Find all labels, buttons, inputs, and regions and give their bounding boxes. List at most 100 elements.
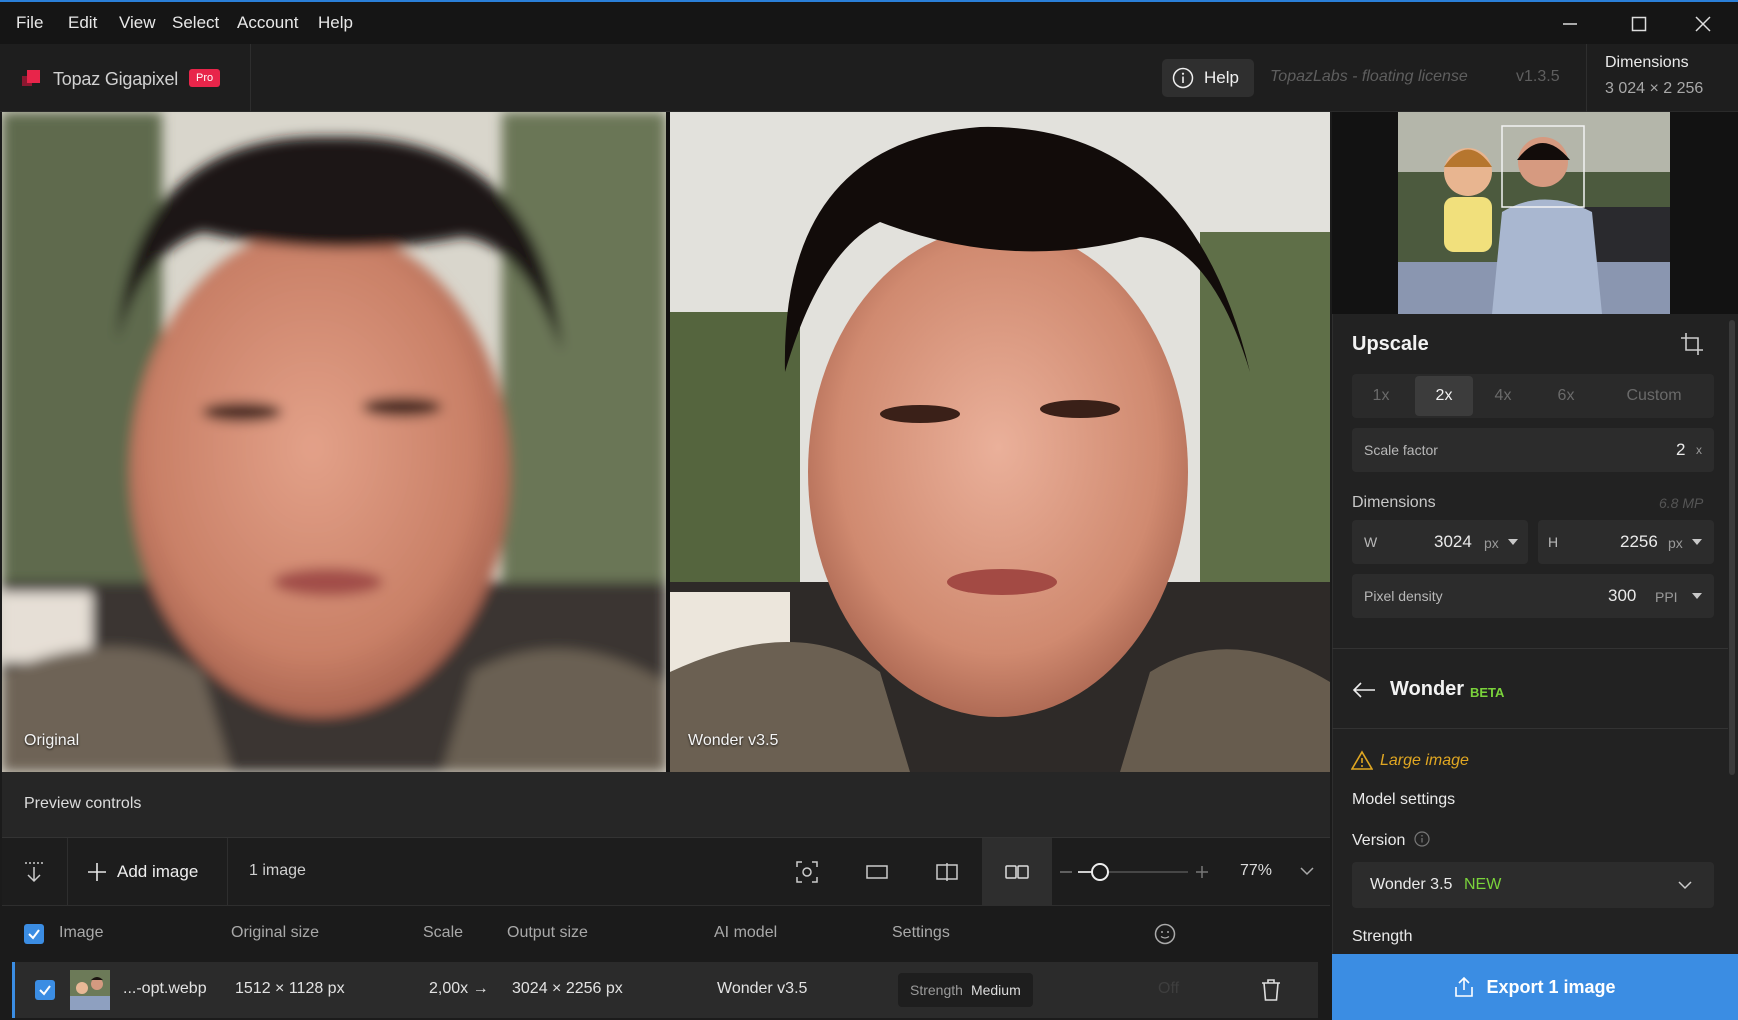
- info-icon: [1172, 67, 1194, 89]
- pixel-density-dropdown[interactable]: [1692, 593, 1702, 599]
- header-divider: [250, 44, 251, 112]
- new-badge: NEW: [1464, 876, 1502, 893]
- row-strength-label: Strength: [910, 982, 963, 998]
- crop-icon[interactable]: [1680, 332, 1704, 356]
- preview-original[interactable]: Original: [2, 112, 666, 772]
- beta-badge: BETA: [1470, 685, 1505, 700]
- height-label: H: [1548, 534, 1559, 550]
- large-image-warning: Large image: [1380, 752, 1469, 769]
- scale-option-4x[interactable]: 4x: [1478, 376, 1528, 416]
- app-title: Topaz Gigapixel: [53, 69, 179, 89]
- help-label: Help: [1204, 68, 1239, 87]
- select-all-checkbox[interactable]: [24, 924, 44, 944]
- side-by-side-button[interactable]: [982, 838, 1052, 906]
- info-icon[interactable]: [1414, 831, 1430, 847]
- add-image-button[interactable]: Add image: [87, 854, 198, 890]
- table-row[interactable]: ...-opt.webp 1512 × 1128 px 2,00x → 3024…: [12, 962, 1318, 1018]
- enhanced-photo: [670, 112, 1330, 772]
- trash-icon[interactable]: [1260, 978, 1282, 1002]
- split-view-button[interactable]: [927, 854, 967, 890]
- scale-factor-unit: x: [1696, 443, 1702, 457]
- strength-label: Strength: [1352, 928, 1413, 945]
- dimensions-section-label: Dimensions: [1352, 494, 1436, 511]
- app-header: Topaz Gigapixel Pro Help TopazLabs - flo…: [0, 44, 1738, 112]
- screenshot-button[interactable]: [787, 854, 827, 890]
- preview-enhanced[interactable]: Wonder v3.5: [670, 112, 1330, 772]
- preview-controls-bar[interactable]: Preview controls: [2, 772, 1330, 838]
- column-ai-model[interactable]: AI model: [714, 924, 777, 942]
- scale-factor-value[interactable]: 2: [1676, 440, 1685, 460]
- split-view-icon: [936, 863, 958, 881]
- menu-select[interactable]: Select: [172, 13, 219, 33]
- width-field[interactable]: W 3024 px: [1352, 520, 1528, 564]
- chevron-down-icon[interactable]: [1300, 866, 1314, 876]
- minimize-icon: [1563, 23, 1577, 25]
- export-button[interactable]: Export 1 image: [1332, 954, 1738, 1020]
- panel-scrollbar[interactable]: [1729, 320, 1735, 775]
- row-output-size: 3024 × 2256 px: [512, 980, 623, 997]
- row-face-recovery[interactable]: Off: [1158, 980, 1179, 998]
- export-icon: [1455, 976, 1474, 997]
- image-toolbar: Add image 1 image 77%: [2, 838, 1330, 906]
- menu-bar: File Edit View Select Account Help: [0, 0, 1738, 44]
- zoom-plus-icon[interactable]: [1196, 866, 1208, 878]
- height-unit-dropdown[interactable]: [1692, 539, 1702, 545]
- maximize-button[interactable]: [1609, 2, 1669, 46]
- panel-divider: [1332, 648, 1728, 649]
- back-arrow-icon[interactable]: [1352, 680, 1376, 700]
- pro-badge: Pro: [189, 69, 221, 87]
- panel-divider: [1332, 728, 1728, 729]
- scale-option-custom[interactable]: Custom: [1612, 376, 1696, 416]
- sort-button[interactable]: [14, 854, 54, 890]
- menu-view[interactable]: View: [119, 13, 156, 33]
- side-by-side-icon: [1005, 865, 1029, 879]
- image-thumbnail: [70, 970, 110, 1010]
- row-checkbox[interactable]: [35, 980, 55, 1000]
- warning-icon: [1351, 750, 1373, 770]
- column-original-size[interactable]: Original size: [231, 924, 319, 942]
- scale-factor-label: Scale factor: [1364, 442, 1438, 458]
- navigator-thumbnail[interactable]: [1332, 112, 1738, 314]
- menu-edit[interactable]: Edit: [68, 13, 97, 33]
- close-button[interactable]: [1673, 2, 1733, 46]
- license-text: TopazLabs - floating license: [1270, 68, 1468, 85]
- zoom-slider[interactable]: [1060, 860, 1210, 884]
- column-output-size[interactable]: Output size: [507, 924, 588, 942]
- height-value[interactable]: 2256: [1620, 532, 1658, 552]
- menu-help[interactable]: Help: [318, 13, 353, 33]
- dimensions-label: Dimensions: [1605, 54, 1689, 71]
- height-field[interactable]: H 2256 px: [1538, 520, 1714, 564]
- column-image[interactable]: Image: [59, 924, 103, 942]
- column-scale[interactable]: Scale: [423, 924, 463, 942]
- zoom-value[interactable]: 77%: [1240, 862, 1272, 880]
- scale-option-2x[interactable]: 2x: [1415, 376, 1473, 416]
- pixel-density-value[interactable]: 300: [1608, 586, 1636, 606]
- close-icon: [1695, 16, 1711, 32]
- model-title: Wonder: [1390, 678, 1465, 700]
- single-view-button[interactable]: [857, 854, 897, 890]
- width-unit-dropdown[interactable]: [1508, 539, 1518, 545]
- zoom-knob[interactable]: [1091, 863, 1109, 881]
- download-arrow-icon: [25, 862, 43, 883]
- minimize-button[interactable]: [1540, 2, 1600, 46]
- version-value: Wonder 3.5: [1370, 876, 1453, 893]
- scale-option-1x[interactable]: 1x: [1356, 376, 1406, 416]
- topaz-logo-icon: [22, 70, 40, 86]
- pixel-density-label: Pixel density: [1364, 588, 1443, 604]
- version-dropdown[interactable]: Wonder 3.5 NEW: [1352, 862, 1714, 908]
- column-settings[interactable]: Settings: [892, 924, 950, 942]
- scale-option-6x[interactable]: 6x: [1541, 376, 1591, 416]
- menu-account[interactable]: Account: [237, 13, 298, 33]
- face-icon: [1154, 923, 1176, 945]
- pixel-density-field[interactable]: Pixel density 300 PPI: [1352, 574, 1714, 618]
- upscale-title: Upscale: [1352, 333, 1429, 355]
- menu-file[interactable]: File: [16, 13, 43, 33]
- dimensions-value: 3 024 × 2 256: [1605, 80, 1704, 97]
- chevron-down-icon: [1678, 881, 1692, 890]
- plus-icon: [88, 863, 106, 881]
- scale-factor-field[interactable]: Scale factor 2 x: [1352, 428, 1714, 472]
- row-settings-chip[interactable]: Strength Medium: [898, 973, 1033, 1007]
- width-value[interactable]: 3024: [1434, 532, 1472, 552]
- row-model: Wonder v3.5: [717, 980, 808, 997]
- help-button[interactable]: Help: [1162, 59, 1254, 97]
